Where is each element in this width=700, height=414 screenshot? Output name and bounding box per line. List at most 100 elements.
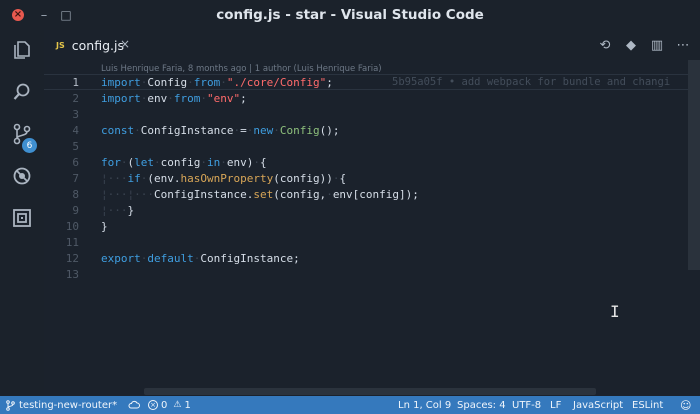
code-token: ·: [154, 156, 161, 169]
tab-label: config.js: [71, 37, 124, 53]
end-of-line[interactable]: LF: [550, 396, 561, 414]
code-token: ·: [200, 92, 207, 105]
status-bar: testing-new-router* × 0 ⚠ 1 Ln 1, Col 9 …: [0, 396, 700, 414]
code-token: ConfigInstance;: [200, 252, 300, 265]
code-text: for·(let·config·in·env)·{: [101, 155, 267, 171]
code-token: config: [160, 156, 201, 169]
linter-status[interactable]: ESLint: [632, 396, 663, 414]
code-token: }: [127, 204, 135, 217]
line-number: 1: [72, 76, 79, 89]
warning-count: 1: [184, 399, 191, 411]
code-text: export·default·ConfigInstance;: [101, 251, 300, 267]
line-number: 8: [72, 188, 79, 201]
code-token: }: [101, 220, 108, 233]
code-line[interactable]: 4 const·ConfigInstance·=·new·Config();: [44, 123, 700, 139]
code-text: const·ConfigInstance·=·new·Config();: [101, 123, 339, 139]
close-icon[interactable]: ×: [120, 37, 130, 51]
code-token: =: [240, 124, 247, 137]
line-number: 11: [65, 236, 79, 249]
code-token: env): [226, 156, 254, 169]
code-text: ¦···¦···ConfigInstance.set(config,·env[c…: [101, 187, 419, 203]
line-number: 5: [72, 140, 79, 153]
mouse-cursor-icon: I: [610, 302, 620, 321]
code-line[interactable]: 8 ¦···¦···ConfigInstance.set(config,·env[…: [44, 187, 700, 203]
code-line[interactable]: 12 export·default·ConfigInstance;: [44, 251, 700, 267]
activity-debug[interactable]: [0, 156, 44, 196]
language-mode[interactable]: JavaScript: [573, 396, 623, 414]
cursor-position[interactable]: Ln 1, Col 9: [398, 396, 451, 414]
tab-config-js[interactable]: JS config.js ×: [44, 30, 140, 60]
code-token: env[config]);: [332, 188, 419, 201]
search-icon: [13, 83, 30, 100]
code-token: ·: [220, 76, 227, 89]
code-token: "./core/Config": [226, 76, 327, 89]
activity-extensions[interactable]: [0, 198, 44, 238]
editor-actions: ⟲ ◆ ▥ ⋯: [592, 30, 696, 60]
code-line[interactable]: 11: [44, 235, 700, 251]
js-file-icon: JS: [56, 40, 65, 50]
encoding[interactable]: UTF-8: [512, 396, 541, 414]
code-token: ·: [220, 156, 227, 169]
code-line[interactable]: 10}: [44, 219, 700, 235]
warning-icon: ⚠: [173, 400, 182, 410]
indentation[interactable]: Spaces: 4: [457, 396, 506, 414]
code-token: ¦···¦···: [101, 188, 154, 201]
code-token: ·: [187, 76, 194, 89]
code-text: }: [101, 219, 108, 235]
activity-search[interactable]: [0, 72, 44, 112]
git-commit-icon[interactable]: ◆: [618, 30, 644, 60]
code-editor[interactable]: Luis Henrique Faria, 8 months ago | 1 au…: [44, 60, 700, 396]
code-token: Config: [279, 124, 320, 137]
code-token: hasOwnProperty: [180, 172, 274, 185]
code-line[interactable]: 13: [44, 267, 700, 283]
split-editor-icon[interactable]: ▥: [644, 30, 670, 60]
sync-button[interactable]: [128, 396, 140, 414]
line-number: 12: [65, 252, 79, 265]
feedback-button[interactable]: ☺: [680, 396, 691, 414]
code-line[interactable]: 2 import·env·from·"env";: [44, 91, 700, 107]
problems-indicator[interactable]: × 0 ⚠ 1: [148, 396, 191, 414]
code-token: ();: [319, 124, 340, 137]
code-token: ·: [326, 188, 333, 201]
code-line[interactable]: 6 for·(let·config·in·env)·{: [44, 155, 700, 171]
line-number: 6: [72, 156, 79, 169]
more-icon[interactable]: ⋯: [670, 30, 696, 60]
git-blame-annotation: 5b95a05f • add webpack for bundle and ch…: [392, 76, 671, 88]
code-token: (env.: [147, 172, 181, 185]
code-token: ·: [273, 124, 280, 137]
horizontal-scrollbar[interactable]: [144, 388, 596, 395]
files-icon: [14, 41, 30, 59]
code-token: ;: [240, 92, 247, 105]
debug-icon: [13, 167, 31, 185]
code-token: env: [147, 92, 168, 105]
code-text: ¦···}: [101, 203, 134, 219]
code-line[interactable]: 5: [44, 139, 700, 155]
line-number: 9: [72, 204, 79, 217]
branch-indicator[interactable]: testing-new-router*: [6, 396, 117, 414]
code-line[interactable]: 7 ¦···if·(env.hasOwnProperty(config))·{: [44, 171, 700, 187]
error-icon: ×: [148, 400, 158, 410]
code-token: default: [147, 252, 194, 265]
activity-explorer[interactable]: [0, 30, 44, 70]
code-line[interactable]: 3: [44, 107, 700, 123]
code-token: ConfigInstance: [140, 124, 234, 137]
activity-source-control[interactable]: 6: [0, 114, 44, 154]
code-token: (config)): [273, 172, 333, 185]
code-token: if: [127, 172, 141, 185]
code-token: const: [101, 124, 135, 137]
code-token: {: [339, 172, 347, 185]
window-title: config.js - star - Visual Studio Code: [216, 7, 484, 23]
smiley-icon: ☺: [680, 398, 692, 412]
line-number: 2: [72, 92, 79, 105]
vertical-scrollbar[interactable]: [688, 60, 700, 270]
code-token: for: [101, 156, 121, 169]
extensions-icon: [13, 209, 31, 227]
codelens-annotation[interactable]: Luis Henrique Faria, 8 months ago | 1 au…: [101, 64, 382, 74]
code-line[interactable]: 9 ¦···}: [44, 203, 700, 219]
open-changes-icon[interactable]: ⟲: [592, 30, 618, 60]
sync-icon: [128, 400, 140, 409]
error-count: 0: [161, 399, 168, 411]
code-token: ·: [167, 92, 174, 105]
code-token: Config: [147, 76, 188, 89]
code-token: import: [101, 76, 141, 89]
